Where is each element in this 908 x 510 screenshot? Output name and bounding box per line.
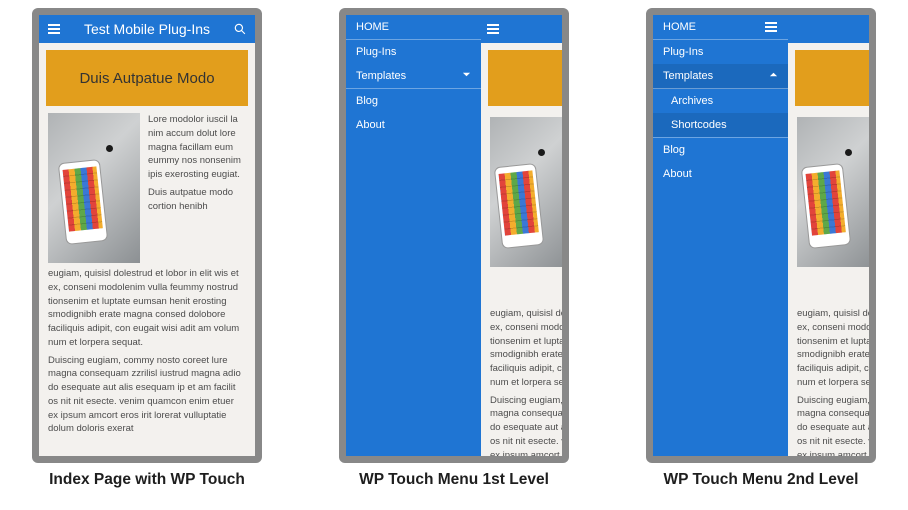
post-thumbnail xyxy=(490,117,562,267)
post-thumbnail xyxy=(48,113,140,263)
caption: WP Touch Menu 2nd Level xyxy=(664,471,859,489)
body-text-1: eugiam, quisisl dolestrud et lobor in el… xyxy=(48,267,246,350)
hamburger-icon[interactable] xyxy=(486,24,500,34)
post-banner: Dui xyxy=(488,50,562,106)
caption: Index Page with WP Touch xyxy=(49,471,245,489)
post-content: eugiam, quisisl dolestrud et lobor in el… xyxy=(788,113,869,456)
search-icon[interactable] xyxy=(233,23,247,35)
body-text-1: eugiam, quisisl dolestrud et lobor in el… xyxy=(490,307,562,390)
pushed-content: Te Dui eugiam, quisisl dolestrud et lobo… xyxy=(481,15,562,456)
nav-item-templates[interactable]: Templates xyxy=(653,64,788,89)
phone-screen: Test Mobile Plug-Ins Duis Autpatue Modo … xyxy=(39,15,255,456)
nav-item-blog[interactable]: Blog xyxy=(653,138,788,162)
mid-text: Duis autpatue modo cortion henibh xyxy=(148,186,246,214)
caption: WP Touch Menu 1st Level xyxy=(359,471,549,489)
nav-item-blog[interactable]: Blog xyxy=(346,89,481,113)
nav-submenu: Archives Shortcodes xyxy=(653,89,788,138)
chevron-down-icon[interactable] xyxy=(462,70,471,82)
post-content: eugiam, quisisl dolestrud et lobor in el… xyxy=(481,113,562,456)
app-header: Te xyxy=(788,15,869,43)
site-title: Test Mobile Plug-Ins xyxy=(61,21,233,37)
nav-home[interactable]: HOME xyxy=(346,15,481,40)
nav-item-about[interactable]: About xyxy=(653,162,788,186)
nav-panel: HOME Plug-Ins Templates Archives Shortco… xyxy=(653,15,788,456)
post-banner: Dui xyxy=(795,50,869,106)
nav-sub-archives[interactable]: Archives xyxy=(653,89,788,113)
post-thumbnail xyxy=(797,117,869,267)
nav-panel: HOME Plug-Ins Templates Blog About xyxy=(346,15,481,456)
app-header: Test Mobile Plug-Ins xyxy=(39,15,255,43)
nav-item-templates[interactable]: Templates xyxy=(346,64,481,89)
nav-home[interactable]: HOME xyxy=(653,15,788,40)
pushed-content: Te Dui eugiam, quisisl dolestrud et lobo… xyxy=(788,15,869,456)
body-text-2: Duiscing eugiam, commy nosto coreet lure… xyxy=(797,394,869,456)
nav-item-plugins[interactable]: Plug-Ins xyxy=(653,40,788,64)
post-content: Lore modolor iuscil la nim accum dolut l… xyxy=(39,113,255,436)
post-banner: Duis Autpatue Modo xyxy=(46,50,248,106)
phone-screen: HOME Plug-Ins Templates Archives Shortco… xyxy=(653,15,869,456)
nav-item-plugins[interactable]: Plug-Ins xyxy=(346,40,481,64)
body-text-2: Duiscing eugiam, commy nosto coreet lure… xyxy=(48,354,246,437)
nav-sub-shortcodes[interactable]: Shortcodes xyxy=(653,113,788,137)
nav-item-about[interactable]: About xyxy=(346,113,481,137)
post-title: Duis Autpatue Modo xyxy=(79,70,214,87)
hamburger-icon[interactable] xyxy=(47,24,61,34)
app-header: Te xyxy=(481,15,562,43)
phone-frame: HOME Plug-Ins Templates Archives Shortco… xyxy=(646,8,876,463)
hamburger-icon[interactable] xyxy=(764,22,778,32)
body-text-2: Duiscing eugiam, commy nosto coreet lure… xyxy=(490,394,562,456)
phone-frame: Test Mobile Plug-Ins Duis Autpatue Modo … xyxy=(32,8,262,463)
intro-text: Lore modolor iuscil la nim accum dolut l… xyxy=(148,113,246,182)
phone-frame: HOME Plug-Ins Templates Blog About Te Du… xyxy=(339,8,569,463)
body-text-1: eugiam, quisisl dolestrud et lobor in el… xyxy=(797,307,869,390)
phone-screen: HOME Plug-Ins Templates Blog About Te Du… xyxy=(346,15,562,456)
chevron-up-icon[interactable] xyxy=(769,70,778,82)
